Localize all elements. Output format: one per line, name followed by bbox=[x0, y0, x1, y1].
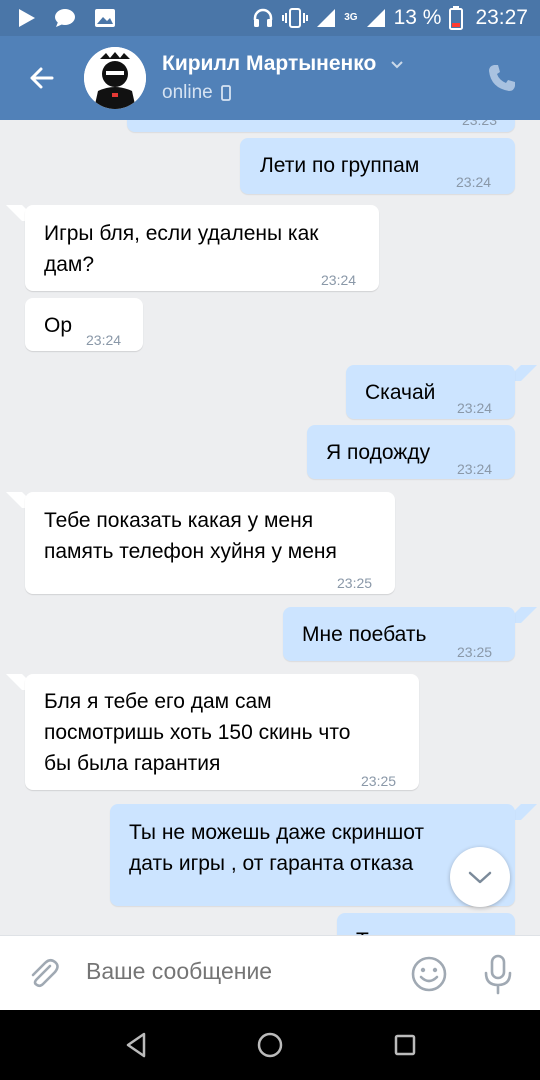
message-incoming[interactable]: Тебе показать какая у меня память телефо… bbox=[25, 492, 395, 594]
headphones-icon bbox=[253, 8, 273, 27]
composer bbox=[0, 935, 540, 1010]
back-button[interactable] bbox=[22, 58, 62, 98]
message-text: Игры бля, если удалены как дам? bbox=[44, 222, 319, 276]
back-nav-icon[interactable] bbox=[122, 1030, 152, 1060]
home-nav-icon[interactable] bbox=[255, 1030, 285, 1060]
message-incoming[interactable]: Игры бля, если удалены как дам? 23:24 bbox=[25, 205, 379, 291]
message-time: 23:24 bbox=[86, 332, 122, 348]
message-text: Мне поебать bbox=[302, 623, 427, 646]
message-outgoing[interactable]: Я подожду 23:24 bbox=[307, 425, 515, 479]
message-outgoing[interactable]: 23:23 bbox=[127, 120, 515, 132]
message-incoming[interactable]: Бля я тебе его дам сам посмотришь хоть 1… bbox=[25, 674, 419, 790]
battery-low-icon bbox=[449, 6, 464, 30]
message-text: Ты не можешь даже скриншот дать игры , о… bbox=[129, 821, 425, 875]
contact-status: online bbox=[162, 82, 231, 104]
message-text: Ор bbox=[44, 314, 73, 337]
recents-nav-icon[interactable] bbox=[390, 1030, 420, 1060]
play-store-icon bbox=[19, 9, 35, 27]
message-input[interactable] bbox=[86, 958, 386, 985]
mobile-icon bbox=[220, 85, 231, 101]
message-text: Я подожду bbox=[326, 441, 431, 464]
chat-notification-icon bbox=[55, 9, 75, 27]
message-outgoing[interactable]: Лети по группам 23:24 bbox=[240, 138, 515, 194]
image-notification-icon bbox=[95, 9, 115, 27]
avatar[interactable] bbox=[84, 47, 146, 109]
paperclip-icon[interactable] bbox=[24, 954, 62, 992]
message-text: Т bbox=[356, 925, 369, 935]
contact-name[interactable]: Кирилл Мартыненко bbox=[162, 52, 404, 76]
scroll-to-bottom-button[interactable] bbox=[450, 847, 510, 907]
status-time: 23:27 bbox=[475, 6, 528, 29]
status-bar: 3G 13 % 23:27 bbox=[0, 0, 540, 36]
vibrate-icon bbox=[282, 8, 309, 28]
signal-icon bbox=[317, 9, 336, 27]
message-time: 23:23 bbox=[461, 120, 497, 128]
message-time: 23:25 bbox=[457, 644, 493, 660]
emoji-icon[interactable] bbox=[410, 955, 448, 993]
message-text: Тебе показать какая у меня память телефо… bbox=[44, 509, 337, 563]
message-text: Бля я тебе его дам сам посмотришь хоть 1… bbox=[44, 690, 351, 775]
signal-icon bbox=[366, 9, 385, 27]
chat-header: Кирилл Мартыненко online bbox=[0, 36, 540, 120]
message-time: 23:25 bbox=[337, 575, 373, 591]
message-time: 23:25 bbox=[361, 773, 397, 789]
message-outgoing[interactable]: Т bbox=[337, 913, 515, 935]
message-text: Лети по группам bbox=[260, 154, 420, 177]
avatar-image bbox=[84, 47, 146, 109]
microphone-icon[interactable] bbox=[478, 953, 518, 995]
chevron-down-icon bbox=[468, 871, 492, 884]
message-time: 23:24 bbox=[457, 400, 493, 416]
battery-percent: 13 % bbox=[393, 6, 442, 29]
message-incoming[interactable]: Ор 23:24 bbox=[25, 298, 143, 351]
message-outgoing[interactable]: Мне поебать 23:25 bbox=[283, 607, 515, 661]
chevron-down-icon bbox=[391, 61, 403, 69]
system-nav-bar bbox=[0, 1010, 540, 1080]
message-list[interactable]: 23:23 Лети по группам 23:24 Игры бля, ес… bbox=[0, 120, 540, 935]
message-time: 23:24 bbox=[457, 461, 493, 477]
message-outgoing[interactable]: Скачай 23:24 bbox=[346, 365, 515, 419]
message-time: 23:24 bbox=[321, 272, 357, 288]
contact-name-text: Кирилл Мартыненко bbox=[162, 52, 377, 75]
message-time: 23:24 bbox=[456, 174, 492, 190]
online-status: online bbox=[162, 82, 213, 103]
call-button[interactable] bbox=[486, 62, 518, 94]
network-type: 3G bbox=[344, 12, 358, 23]
message-text: Скачай bbox=[365, 381, 436, 404]
